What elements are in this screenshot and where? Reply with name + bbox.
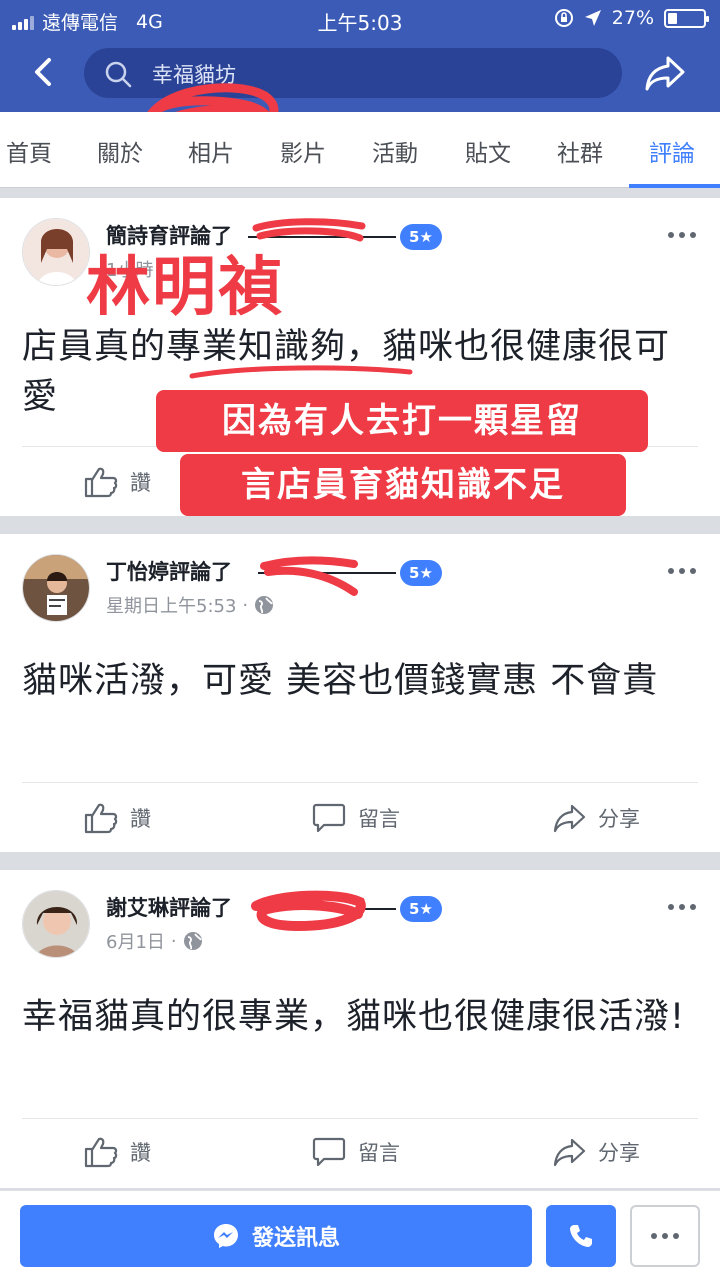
divider: [22, 782, 698, 783]
divider: [22, 1118, 698, 1119]
phone-icon: [570, 1225, 592, 1247]
review-time: 星期日上午5:53: [106, 596, 237, 617]
share-icon[interactable]: [644, 54, 686, 92]
tab-videos[interactable]: 影片: [280, 134, 326, 168]
like-button[interactable]: 讚: [84, 466, 151, 498]
review-time: 6月1日: [106, 932, 165, 953]
globe-icon: [183, 932, 202, 950]
review-verb: 評論了: [169, 560, 232, 584]
like-icon: [84, 1137, 118, 1168]
like-icon: [84, 803, 118, 834]
share-button[interactable]: 分享: [552, 802, 640, 834]
review-verb: 評論了: [169, 896, 232, 920]
review-header: 丁怡婷評論了: [106, 556, 232, 586]
review-header: 謝艾琳評論了: [106, 892, 232, 922]
battery-percent: 27%: [611, 7, 654, 29]
comment-label: 留言: [358, 807, 400, 831]
bottom-action-bar: 發送訊息: [0, 1190, 720, 1280]
battery-icon: [664, 8, 709, 28]
more-button[interactable]: [630, 1205, 700, 1267]
review-meta: 星期日上午5:53 ·: [106, 592, 274, 618]
redaction-scribble: [260, 556, 358, 596]
annotation-name: 林明禎: [86, 251, 284, 325]
comment-icon: [312, 1137, 346, 1167]
rating-badge: 5★: [400, 224, 442, 250]
back-icon[interactable]: [26, 54, 62, 90]
send-message-label: 發送訊息: [251, 1226, 340, 1251]
call-button[interactable]: [546, 1205, 616, 1267]
location-icon: [584, 10, 601, 26]
underline-annotation: [189, 365, 413, 379]
like-label: 讚: [130, 807, 151, 831]
tab-events[interactable]: 活動: [372, 134, 418, 168]
annotation-box: 因為有人去打一顆星留: [156, 390, 648, 452]
tab-reviews[interactable]: 評論: [649, 134, 695, 168]
more-options-icon[interactable]: [668, 568, 696, 574]
tab-about[interactable]: 關於: [97, 134, 143, 168]
share-label: 分享: [598, 807, 640, 831]
like-button[interactable]: 讚: [84, 802, 151, 834]
share-button[interactable]: 分享: [552, 1136, 640, 1168]
like-label: 讚: [130, 471, 151, 495]
like-icon: [84, 467, 118, 498]
review-text: 貓咪活潑，可愛 美容也價錢實惠 不會貴: [22, 661, 659, 701]
reviewer-name[interactable]: 謝艾琳: [106, 896, 169, 920]
comment-icon: [312, 803, 346, 833]
avatar[interactable]: [22, 218, 90, 286]
redaction-scribble: [251, 890, 366, 932]
page-tabs: 首頁 關於 相片 影片 活動 貼文 社群 評論: [0, 112, 720, 188]
reviewer-name[interactable]: 丁怡婷: [106, 560, 169, 584]
avatar[interactable]: [22, 890, 90, 958]
review-meta: 6月1日 ·: [106, 928, 203, 954]
tab-posts[interactable]: 貼文: [465, 134, 511, 168]
status-bar: 遠傳電信 4G 上午5:03 27%: [0, 0, 720, 36]
share-label: 分享: [598, 1141, 640, 1165]
review-text: 幸福貓真的很專業，貓咪也很健康很活潑!: [22, 997, 686, 1037]
like-label: 讚: [130, 1141, 151, 1165]
rotation-lock-icon: [554, 9, 573, 27]
tab-photos[interactable]: 相片: [188, 134, 234, 168]
comment-button[interactable]: 留言: [312, 802, 400, 834]
top-nav: 幸福貓坊: [0, 36, 720, 143]
rating-badge: 5★: [400, 560, 442, 586]
rating-badge: 5★: [400, 896, 442, 922]
comment-label: 留言: [358, 1141, 400, 1165]
avatar[interactable]: [22, 554, 90, 622]
messenger-icon: [213, 1224, 238, 1248]
more-options-icon[interactable]: [668, 232, 696, 238]
more-options-icon[interactable]: [668, 904, 696, 910]
tab-home[interactable]: 首頁: [6, 134, 52, 168]
like-button[interactable]: 讚: [84, 1136, 151, 1168]
comment-button[interactable]: 留言: [312, 1136, 400, 1168]
active-tab-indicator: [629, 184, 720, 188]
search-icon: [105, 61, 132, 88]
tab-community[interactable]: 社群: [557, 134, 603, 168]
annotation-box: 言店員育貓知識不足: [180, 454, 626, 516]
share-icon: [553, 804, 586, 833]
share-icon: [553, 1138, 586, 1167]
send-message-button[interactable]: 發送訊息: [20, 1205, 532, 1267]
